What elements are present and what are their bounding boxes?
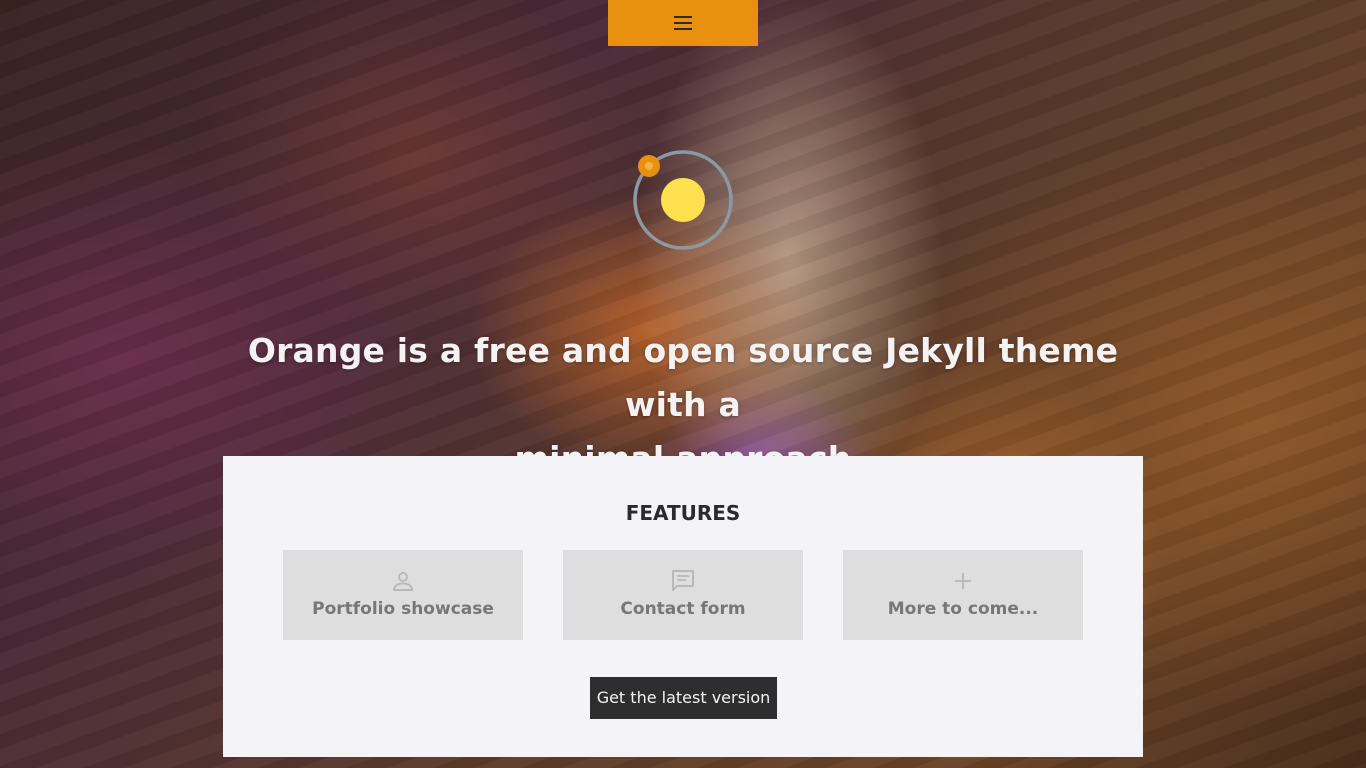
feature-card-portfolio[interactable]: Portfolio showcase xyxy=(283,550,523,640)
orbit-logo-icon xyxy=(633,150,733,250)
feature-card-contact[interactable]: Contact form xyxy=(563,550,803,640)
feature-label-more: More to come... xyxy=(887,599,1039,619)
features-heading: FEATURES xyxy=(625,501,741,525)
chat-bubble-icon xyxy=(672,570,694,591)
feature-card-more[interactable]: More to come... xyxy=(843,550,1083,640)
feature-label-portfolio: Portfolio showcase xyxy=(312,599,494,619)
feature-label-contact: Contact form xyxy=(620,599,746,619)
hero-headline-line-1: Orange is a free and open source Jekyll … xyxy=(247,331,1119,424)
menu-button[interactable] xyxy=(608,0,758,46)
get-latest-version-button[interactable]: Get the latest version xyxy=(590,677,777,719)
plus-icon xyxy=(955,573,971,589)
hamburger-menu-icon xyxy=(674,16,692,30)
person-icon xyxy=(393,572,413,591)
hero-section: Orange is a free and open source Jekyll … xyxy=(0,0,1366,768)
